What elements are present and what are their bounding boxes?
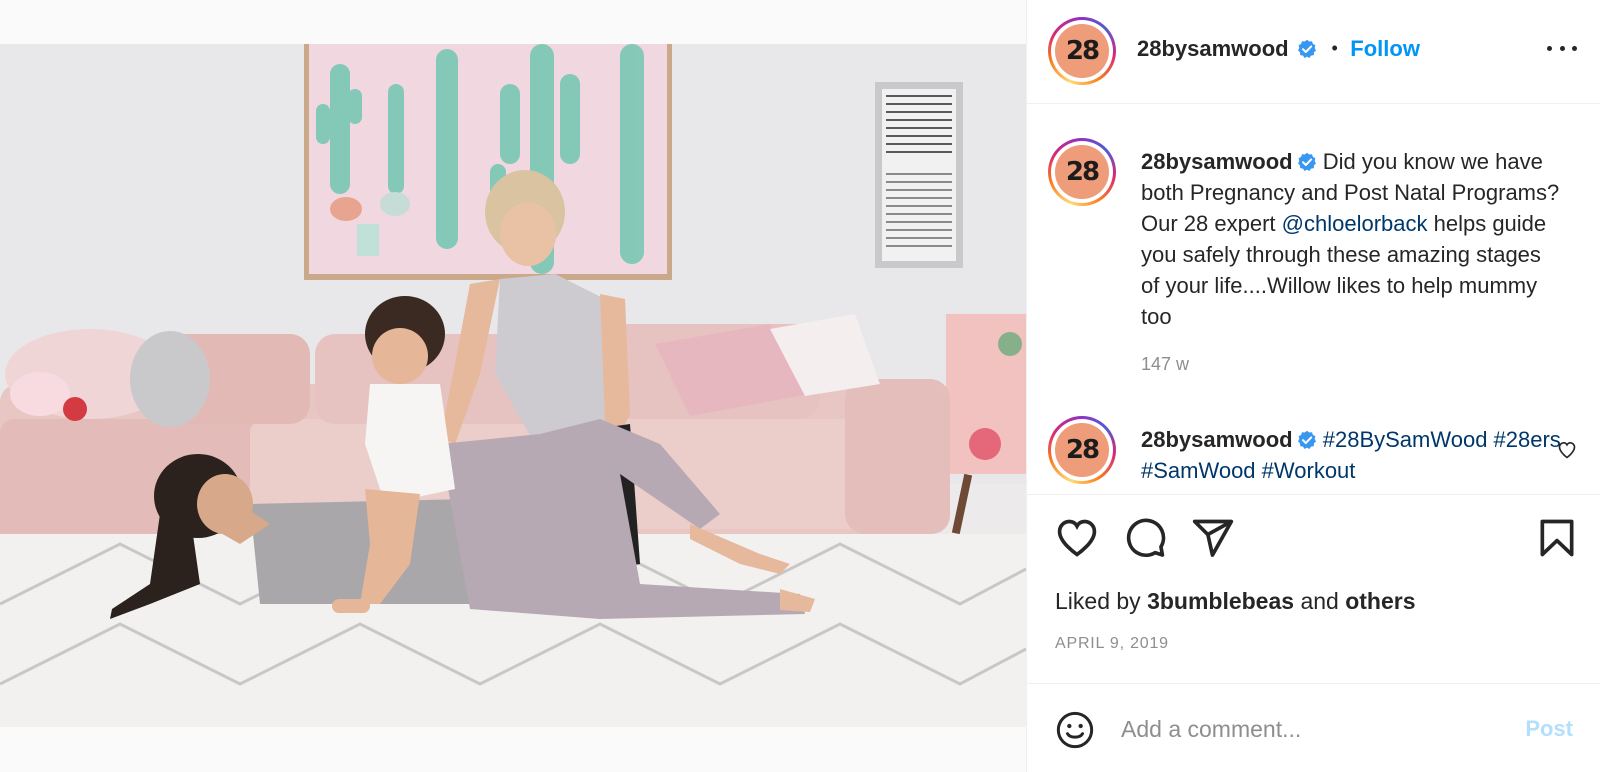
post-date[interactable]: APRIL 9, 2019 <box>1055 635 1169 653</box>
post-photo[interactable] <box>0 44 1026 727</box>
hashtag-comment-text: 28bysamwood #28BySamWood #28ers #SamWood… <box>1141 424 1561 486</box>
post-side-panel: 28 28bysamwood • Follow 28 28bysamwood D… <box>1026 0 1600 772</box>
separator-dot: • <box>1331 38 1338 58</box>
post-actions: Liked by 3bumblebeas and others APRIL 9,… <box>1027 494 1600 684</box>
avatar-text: 28 <box>1065 157 1100 187</box>
bookmark-icon[interactable] <box>1535 516 1579 560</box>
avatar[interactable]: 28 <box>1048 138 1116 206</box>
comment-composer: Post <box>1027 683 1600 772</box>
verified-badge-icon <box>1298 39 1317 58</box>
avatar[interactable]: 28 <box>1048 17 1116 85</box>
avatar-text: 28 <box>1065 36 1100 66</box>
avatar-text: 28 <box>1065 435 1100 465</box>
liked-by-text: Liked by 3bumblebeas and others <box>1055 588 1416 614</box>
avatar[interactable]: 28 <box>1048 416 1116 484</box>
post-header: 28 28bysamwood • Follow <box>1027 0 1600 104</box>
caption-text: 28bysamwood Did you know we have both Pr… <box>1141 146 1561 332</box>
more-options-icon[interactable] <box>1547 42 1577 54</box>
comment-input[interactable] <box>1121 706 1501 752</box>
username-link[interactable]: 28bysamwood <box>1141 149 1293 174</box>
send-icon[interactable] <box>1191 516 1235 560</box>
post-photo-illustration <box>0 44 1026 727</box>
follow-button[interactable]: Follow <box>1350 36 1420 61</box>
username-link[interactable]: 28bysamwood <box>1137 36 1289 61</box>
emoji-icon[interactable] <box>1055 710 1095 750</box>
verified-badge-icon <box>1297 430 1316 449</box>
caption-timestamp[interactable]: 147 w <box>1141 354 1189 375</box>
liked-by-user-link[interactable]: 3bumblebeas <box>1147 588 1294 614</box>
header-username-row: 28bysamwood • Follow <box>1137 36 1420 62</box>
heart-icon[interactable] <box>1055 516 1099 560</box>
mention-link[interactable]: @chloelorback <box>1282 211 1428 236</box>
comment-heart-icon[interactable] <box>1557 440 1577 460</box>
liked-by-others-link[interactable]: others <box>1345 588 1415 614</box>
comments-list[interactable]: 28 28bysamwood Did you know we have both… <box>1027 104 1600 494</box>
verified-badge-icon <box>1297 152 1316 171</box>
post-comment-button[interactable]: Post <box>1525 716 1573 742</box>
comment-icon[interactable] <box>1123 516 1167 560</box>
username-link[interactable]: 28bysamwood <box>1141 427 1293 452</box>
media-pane <box>0 0 1026 772</box>
